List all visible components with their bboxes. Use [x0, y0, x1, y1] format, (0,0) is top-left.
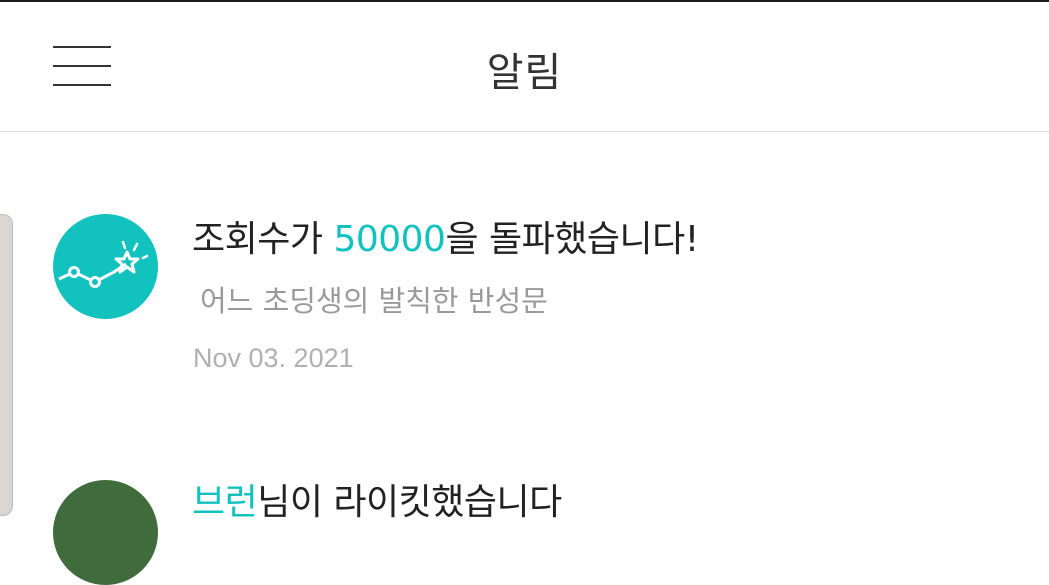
page-title: 알림 [486, 50, 563, 96]
message-suffix: 님이 라이킷했습니다 [257, 482, 562, 523]
notification-message: 브런님이 라이킷했습니다 [192, 473, 562, 525]
message-highlight: 50000 [333, 219, 446, 260]
user-avatar[interactable] [53, 480, 158, 585]
views-milestone-star-icon [53, 214, 158, 319]
message-prefix: 조회수가 [192, 219, 334, 260]
app-header: 알림 [0, 2, 1049, 132]
message-suffix: 을 돌파했습니다! [445, 219, 699, 260]
notification-item[interactable]: 조회수가 50000을 돌파했습니다! 어느 초딩생의 발칙한 반성문 Nov … [0, 200, 1049, 400]
notification-date: Nov 03. 2021 [193, 343, 354, 373]
article-title[interactable]: 어느 초딩생의 발칙한 반성문 [200, 278, 548, 320]
notification-item[interactable]: 브런님이 라이킷했습니다 [0, 470, 1049, 585]
notification-message: 조회수가 50000을 돌파했습니다! [192, 210, 699, 262]
message-highlight: 브런 [192, 482, 258, 523]
